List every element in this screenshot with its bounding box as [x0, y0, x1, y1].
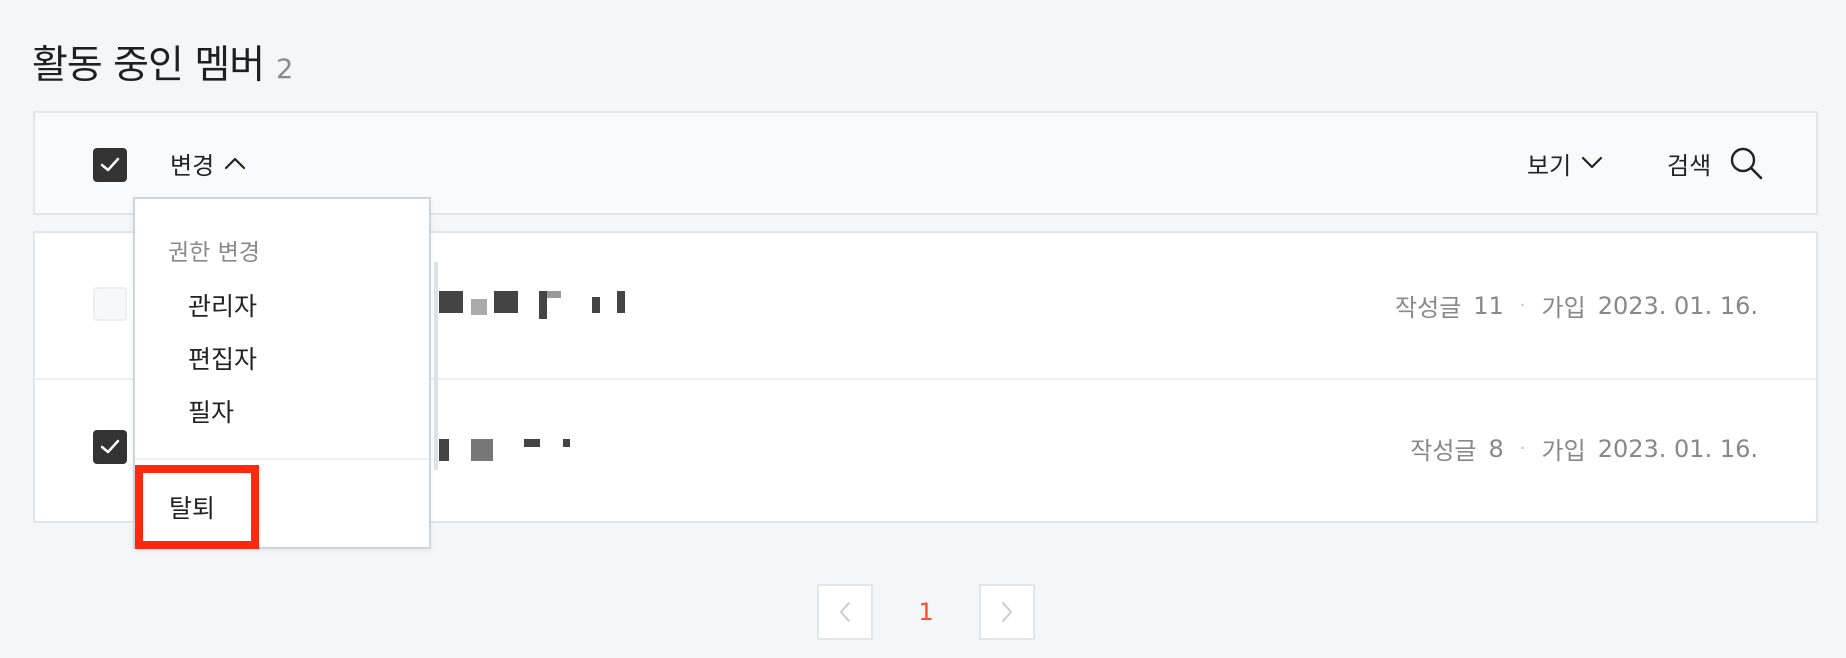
select-all-checkbox[interactable]: [93, 148, 127, 182]
search-button[interactable]: 검색: [1667, 113, 1763, 213]
change-button-label: 변경: [170, 151, 215, 180]
posts-count: 8: [1488, 434, 1504, 463]
menu-item-writer[interactable]: 필자: [188, 393, 234, 429]
check-icon: [100, 157, 120, 172]
check-icon: [100, 439, 120, 454]
menu-item-admin[interactable]: 관리자: [188, 287, 257, 323]
chevron-up-icon: [225, 157, 246, 170]
page-title: 활동 중인 멤버 2: [32, 34, 293, 90]
dropdown-scrollbar[interactable]: [434, 262, 438, 470]
chevron-left-icon: [840, 602, 850, 622]
view-button[interactable]: 보기: [1527, 113, 1603, 213]
view-button-label: 보기: [1527, 151, 1572, 180]
member-checkbox[interactable]: [93, 430, 127, 464]
dropdown-divider: [135, 458, 429, 460]
meta-separator: ·: [1519, 438, 1526, 459]
member-meta: 작성글 8 · 가입 2023. 01. 16.: [1410, 431, 1758, 466]
posts-count: 11: [1473, 291, 1504, 320]
current-page-number[interactable]: 1: [873, 598, 979, 626]
menu-item-leave[interactable]: 탈퇴: [135, 465, 259, 549]
member-meta: 작성글 11 · 가입 2023. 01. 16.: [1395, 288, 1758, 323]
prev-page-button[interactable]: [817, 584, 873, 640]
posts-label: 작성글: [1394, 294, 1462, 322]
posts-label: 작성글: [1410, 437, 1477, 465]
dropdown-section-header: 권한 변경: [168, 240, 260, 266]
search-button-label: 검색: [1667, 151, 1712, 180]
chevron-right-icon: [1002, 602, 1012, 622]
page-title-text: 활동 중인 멤버: [32, 43, 265, 88]
chevron-down-icon: [1582, 156, 1603, 169]
joined-label: 가입: [1541, 294, 1586, 322]
meta-separator: ·: [1519, 295, 1526, 316]
change-dropdown-menu: 권한 변경 관리자 편집자 필자 탈퇴: [133, 197, 431, 549]
next-page-button[interactable]: [979, 584, 1035, 640]
joined-date: 2023. 01. 16.: [1597, 434, 1758, 463]
menu-item-leave-label: 탈퇴: [169, 494, 216, 523]
member-checkbox[interactable]: [93, 287, 127, 321]
pagination: 1: [817, 584, 1035, 640]
menu-item-editor[interactable]: 편집자: [188, 340, 257, 376]
search-icon: [1730, 147, 1763, 180]
member-count: 2: [276, 54, 294, 85]
joined-date: 2023. 01. 16.: [1597, 291, 1758, 320]
joined-label: 가입: [1541, 437, 1586, 465]
